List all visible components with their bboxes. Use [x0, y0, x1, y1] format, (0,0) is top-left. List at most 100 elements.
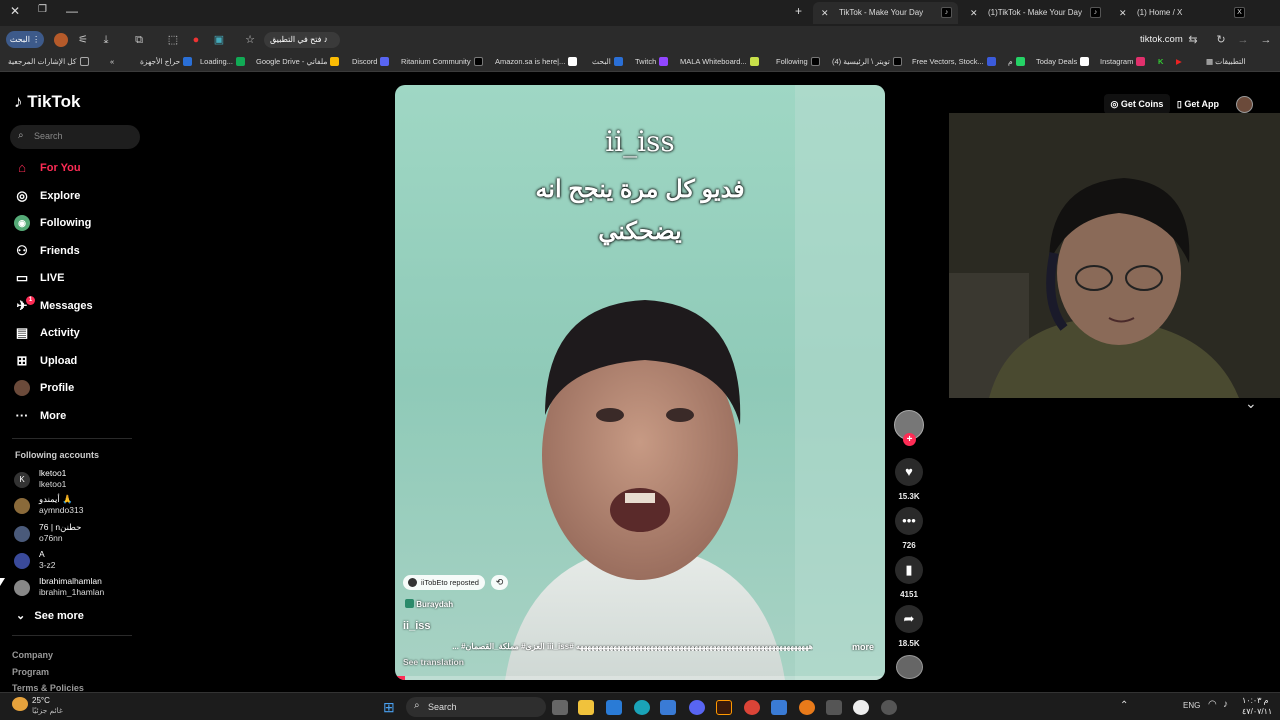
bookmark-item[interactable]: م: [1008, 57, 1025, 66]
video-author[interactable]: ii_iss: [403, 620, 431, 632]
bookmark-item[interactable]: Following: [776, 57, 820, 66]
reposted-badge[interactable]: iiTobEto reposted: [403, 575, 485, 590]
app-icon[interactable]: [771, 700, 787, 715]
file-explorer-icon[interactable]: [578, 700, 594, 715]
extension-2-icon[interactable]: ▣: [212, 33, 226, 47]
kick-icon[interactable]: K: [1158, 57, 1163, 66]
chrome-icon[interactable]: [744, 700, 760, 715]
nav-live[interactable]: ▭ LIVE: [12, 267, 142, 289]
progress-bar[interactable]: [395, 676, 885, 680]
app-icon[interactable]: [853, 700, 869, 715]
back-icon[interactable]: →: [1259, 33, 1273, 47]
bookmark-item[interactable]: Twitch: [635, 57, 669, 66]
wifi-icon[interactable]: ◠: [1208, 699, 1217, 710]
app-icon[interactable]: [606, 700, 622, 715]
task-view-icon[interactable]: [552, 700, 568, 715]
settings-sliders-icon[interactable]: ⚟: [76, 33, 90, 47]
nav-for-you[interactable]: ⌂ For You: [12, 157, 142, 179]
clock-time[interactable]: م ١٠:٠٣: [1242, 696, 1269, 705]
account-item[interactable]: Klketoo1 lketoo1: [12, 468, 142, 492]
close-window-icon[interactable]: ✕: [10, 4, 20, 18]
footer-link[interactable]: Company: [12, 650, 53, 660]
weather-icon[interactable]: [12, 697, 28, 711]
youtube-icon[interactable]: ▶: [1176, 57, 1182, 66]
bookmark-item[interactable]: Instagram: [1100, 57, 1146, 66]
forward-icon[interactable]: →: [1236, 33, 1250, 47]
address-bar[interactable]: tiktok.com: [1140, 34, 1183, 45]
clock-date[interactable]: ٤٧/٠٧/١١: [1242, 707, 1272, 716]
edge-icon[interactable]: [634, 700, 650, 715]
follow-plus-icon[interactable]: +: [903, 433, 916, 446]
illustrator-icon[interactable]: [716, 700, 732, 715]
share-button[interactable]: ➦ 18.5K: [894, 605, 924, 648]
extension-icon[interactable]: ⬚: [166, 33, 180, 47]
download-icon[interactable]: ⤓: [99, 33, 113, 47]
discord-icon[interactable]: [689, 700, 705, 715]
reload-icon[interactable]: ↻: [1214, 33, 1228, 47]
app-icon[interactable]: [881, 700, 897, 715]
like-button[interactable]: ♥ 15.3K: [894, 458, 924, 501]
account-item[interactable]: 76 | nحطنن o76nn: [12, 522, 142, 546]
bookmark-item[interactable]: Discord: [352, 57, 390, 66]
see-more-button[interactable]: ⌄ See more: [16, 609, 84, 622]
language-indicator[interactable]: ENG: [1183, 701, 1200, 710]
chevron-more-icon[interactable]: «: [110, 57, 114, 66]
nav-upload[interactable]: ⊞ Upload: [12, 350, 142, 372]
tab-tiktok-1[interactable]: ✕ TikTok - Make Your Day ♪: [813, 2, 958, 24]
store-icon[interactable]: [660, 700, 676, 715]
bookmark-item[interactable]: Amazon.sa is here|...: [495, 57, 578, 66]
tiktok-logo[interactable]: ♪ TikTok: [14, 92, 80, 112]
get-app-button[interactable]: ▯ Get App: [1170, 94, 1226, 114]
all-bookmarks[interactable]: كل الإشارات المرجعية: [8, 57, 89, 66]
bookmark-star-icon[interactable]: ☆: [243, 33, 257, 47]
translate-icon[interactable]: ⇆: [1186, 33, 1200, 47]
screenshot-icon[interactable]: ⧉: [132, 33, 146, 47]
nav-explore[interactable]: ◎ Explore: [12, 185, 142, 207]
account-item[interactable]: A 3-z2: [12, 549, 142, 573]
app-icon[interactable]: [826, 700, 842, 715]
tray-chevron-icon[interactable]: ⌃: [1120, 700, 1128, 711]
record-icon[interactable]: ●: [189, 33, 203, 47]
nav-more[interactable]: ··· More: [12, 405, 142, 427]
tab-close-icon[interactable]: ✕: [970, 2, 978, 24]
restore-icon[interactable]: ❐: [38, 4, 47, 15]
bookmark-item[interactable]: Loading...: [200, 57, 245, 66]
nav-following[interactable]: ◉ Following: [12, 212, 142, 234]
tab-close-icon[interactable]: ✕: [821, 2, 829, 24]
music-disc-icon[interactable]: [896, 655, 923, 679]
bookmark-item[interactable]: (4) تويتر \ الرئيسية: [832, 57, 902, 66]
bookmark-item[interactable]: Today Deals: [1036, 57, 1090, 66]
nav-activity[interactable]: ▤ Activity: [12, 322, 142, 344]
blender-icon[interactable]: [799, 700, 815, 715]
apps-shortcut[interactable]: ▦ التطبيقات: [1206, 57, 1246, 66]
see-translation-link[interactable]: See translation: [403, 657, 464, 667]
bookmark-item[interactable]: Ritanium Community: [401, 57, 483, 66]
search-menu-button[interactable]: البحث ⋮: [6, 31, 44, 48]
location-tag[interactable]: Buraydah: [405, 599, 453, 609]
chevron-down-icon[interactable]: ⌄: [1245, 395, 1257, 412]
bookmark-item[interactable]: MALA Whiteboard...: [680, 57, 759, 66]
bookmark-item[interactable]: Google Drive - ملفاتي: [256, 57, 340, 66]
nav-profile[interactable]: Profile: [12, 377, 142, 399]
profile-avatar-icon[interactable]: [54, 33, 68, 47]
video-player[interactable]: ii_iss فديو كل مرة ينجح انه يضحكني iiTob…: [395, 85, 885, 680]
account-item[interactable]: أيمندو 🙏 aymndo313: [12, 494, 142, 518]
repost-icon[interactable]: ⟲: [491, 575, 508, 590]
open-in-app-button[interactable]: فتح في التطبيق ♪: [264, 32, 340, 48]
tab-x-home[interactable]: ✕ (1) Home / X X: [1111, 2, 1251, 24]
bookmark-item[interactable]: البحث: [592, 57, 623, 66]
volume-icon[interactable]: ♪: [1223, 699, 1228, 710]
footer-link[interactable]: Program: [12, 667, 49, 677]
bookmark-item[interactable]: Free Vectors, Stock...: [912, 57, 996, 66]
nav-friends[interactable]: ⚇ Friends: [12, 240, 142, 262]
nav-messages[interactable]: ✈ 1 Messages: [12, 295, 142, 317]
new-tab-icon[interactable]: +: [795, 4, 802, 18]
taskbar-search[interactable]: ⌕ Search: [406, 697, 546, 717]
bookmark-item[interactable]: حراج الأجهزة: [140, 57, 193, 66]
tab-close-icon[interactable]: ✕: [1119, 2, 1127, 24]
tab-tiktok-2[interactable]: ✕ (1)TikTok - Make Your Day ♪: [962, 2, 1107, 24]
save-button[interactable]: ▮ 4151: [894, 556, 924, 599]
account-item[interactable]: Ibrahimalhamlan ibrahim_1hamlan: [12, 576, 142, 600]
comment-button[interactable]: ••• 726: [894, 507, 924, 550]
get-coins-button[interactable]: ◎ Get Coins: [1104, 94, 1170, 114]
